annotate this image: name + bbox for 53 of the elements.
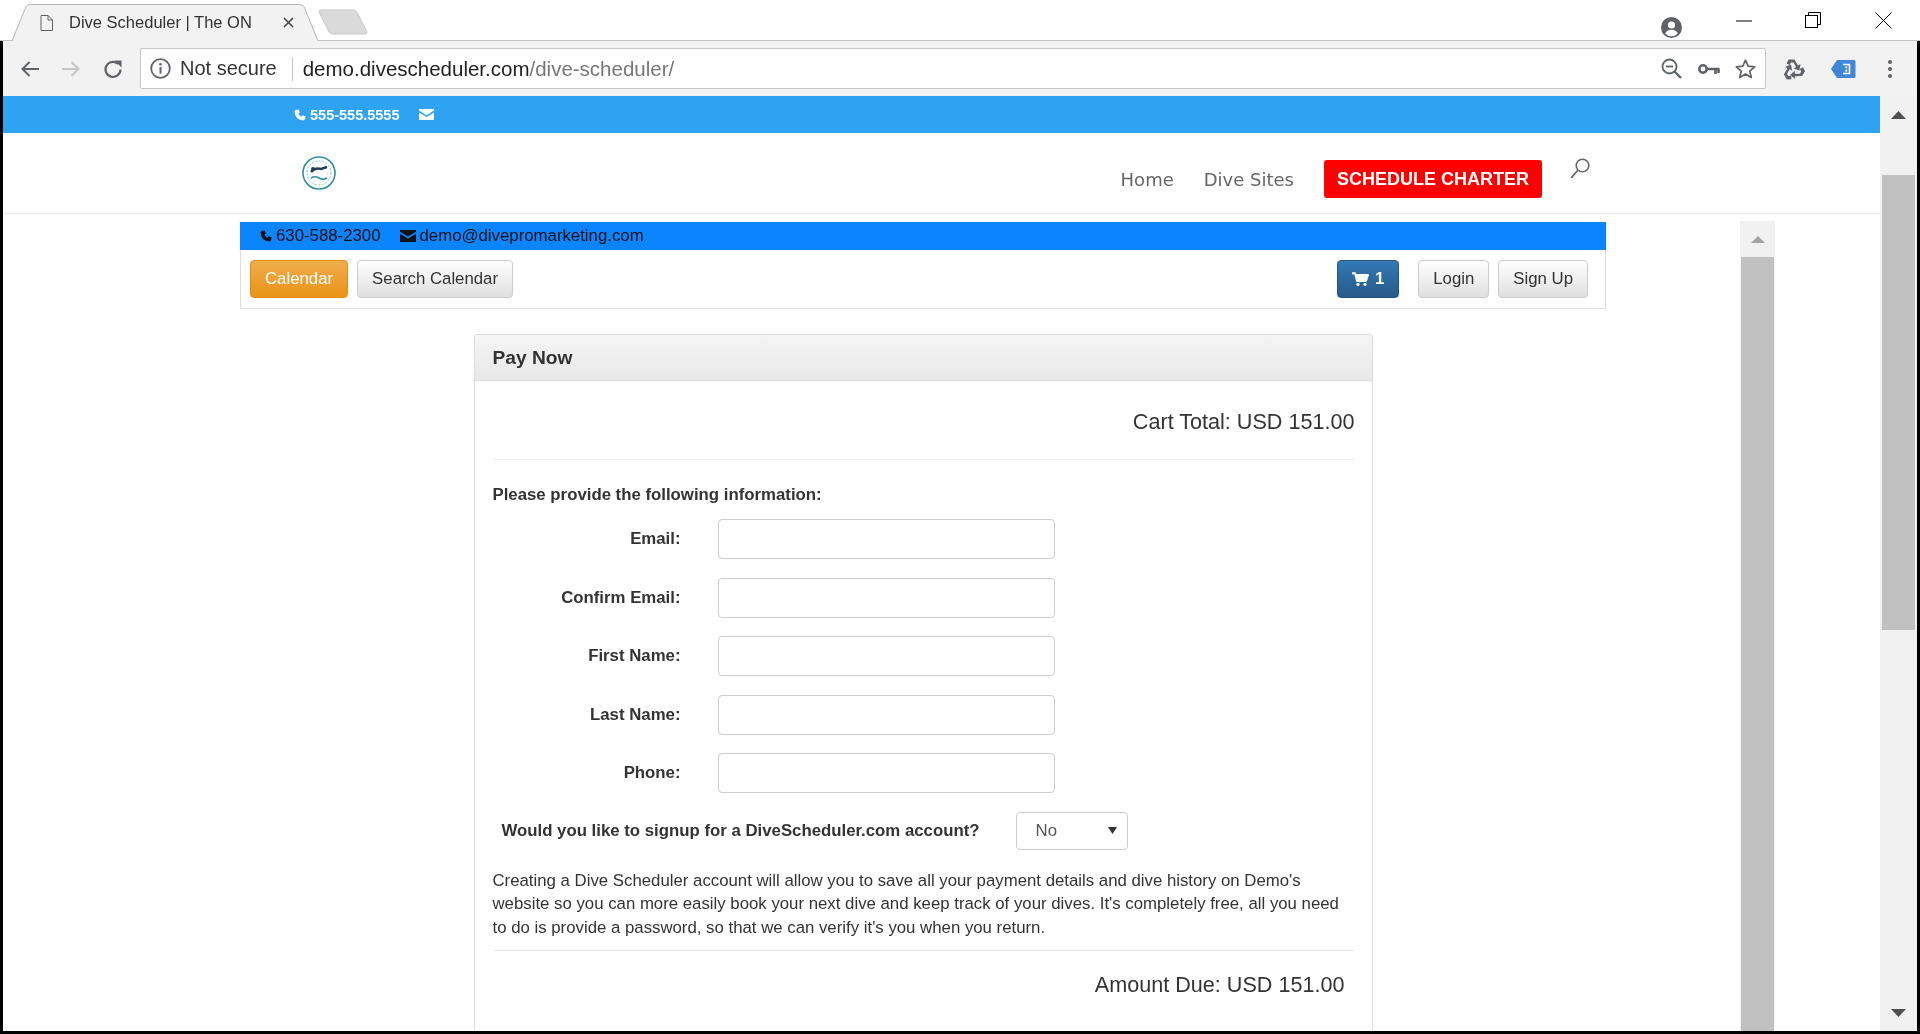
input-field[interactable]	[717, 577, 1055, 618]
close-icon[interactable]	[283, 17, 294, 28]
star-icon[interactable]	[1735, 58, 1756, 79]
input-field[interactable]	[717, 636, 1055, 676]
phone-number: 630-588-2300	[276, 226, 381, 246]
key-icon[interactable]	[1698, 62, 1720, 75]
field-label: Phone:	[622, 763, 681, 783]
scroll-up-arrow-icon[interactable]	[1891, 110, 1906, 119]
menu-icon[interactable]	[1888, 59, 1892, 78]
zoom-out-icon[interactable]	[1661, 58, 1682, 79]
restore-icon[interactable]	[1805, 12, 1821, 28]
info-paragraph: Creating a Dive Scheduler account will allow you to save all your payment details and dive history on Demo's website so you can more easily book your next dive and keep track of your dives. It's completely free, all you need to do is provide a password, so that we can verify it's you when you return.	[492, 869, 1340, 939]
email-address[interactable]: demo@divepromarketing.com	[419, 226, 644, 246]
input-field[interactable]	[717, 519, 1055, 559]
nav-button[interactable]: SCHEDULE CHARTER	[1324, 160, 1542, 198]
tag-icon[interactable]	[1830, 58, 1856, 79]
account-button[interactable]: Sign Up	[1498, 260, 1588, 298]
form-prompt: Please provide the following information:	[492, 486, 823, 504]
close-icon[interactable]	[1875, 12, 1892, 29]
browser-tab[interactable]: Dive Scheduler | The ON	[12, 4, 318, 41]
cart-icon	[1351, 272, 1369, 286]
left-arrow-icon[interactable]	[20, 59, 40, 78]
security-label: Not secure	[180, 57, 277, 80]
envelope-icon	[399, 230, 416, 242]
cart-button[interactable]: 1	[1336, 260, 1400, 298]
field-label: Email:	[629, 529, 681, 549]
envelope-icon[interactable]	[418, 109, 434, 120]
scrollbar-thumb[interactable]	[1882, 175, 1915, 630]
scroll-down-arrow-icon[interactable]	[1891, 1008, 1906, 1017]
input-field[interactable]	[717, 694, 1055, 735]
address-bar[interactable]: Not secure demo.divescheduler.com/dive-scheduler/	[140, 48, 1766, 89]
panel-title: Pay Now	[492, 346, 573, 369]
field-label: First Name:	[587, 646, 681, 666]
input-field[interactable]	[717, 753, 1055, 793]
nav-link[interactable]: Home	[1120, 168, 1174, 190]
phone-icon	[294, 108, 306, 121]
search-icon[interactable]	[1570, 158, 1590, 179]
view-button[interactable]: Search Calendar	[357, 260, 514, 298]
url-text[interactable]: demo.divescheduler.com/dive-scheduler/	[302, 56, 675, 81]
account-button[interactable]: Login	[1418, 260, 1490, 298]
phone-icon	[260, 230, 272, 242]
info-icon[interactable]	[150, 58, 171, 79]
signup-question: Would you like to signup for a DiveScheduler.com account?	[501, 820, 980, 841]
field-label: Last Name:	[589, 704, 681, 725]
amount-due: Amount Due: USD 151.00	[1093, 972, 1346, 997]
nav-link[interactable]: Dive Sites	[1203, 168, 1294, 190]
logo-icon[interactable]	[302, 156, 336, 190]
cart-total: Cart Total: USD 151.00	[1131, 409, 1355, 434]
select-field[interactable]: No	[1015, 811, 1128, 850]
caret-icon	[1107, 827, 1117, 834]
page-icon	[40, 14, 53, 31]
person-icon[interactable]	[1661, 17, 1682, 38]
field-label: Confirm Email:	[560, 587, 681, 608]
